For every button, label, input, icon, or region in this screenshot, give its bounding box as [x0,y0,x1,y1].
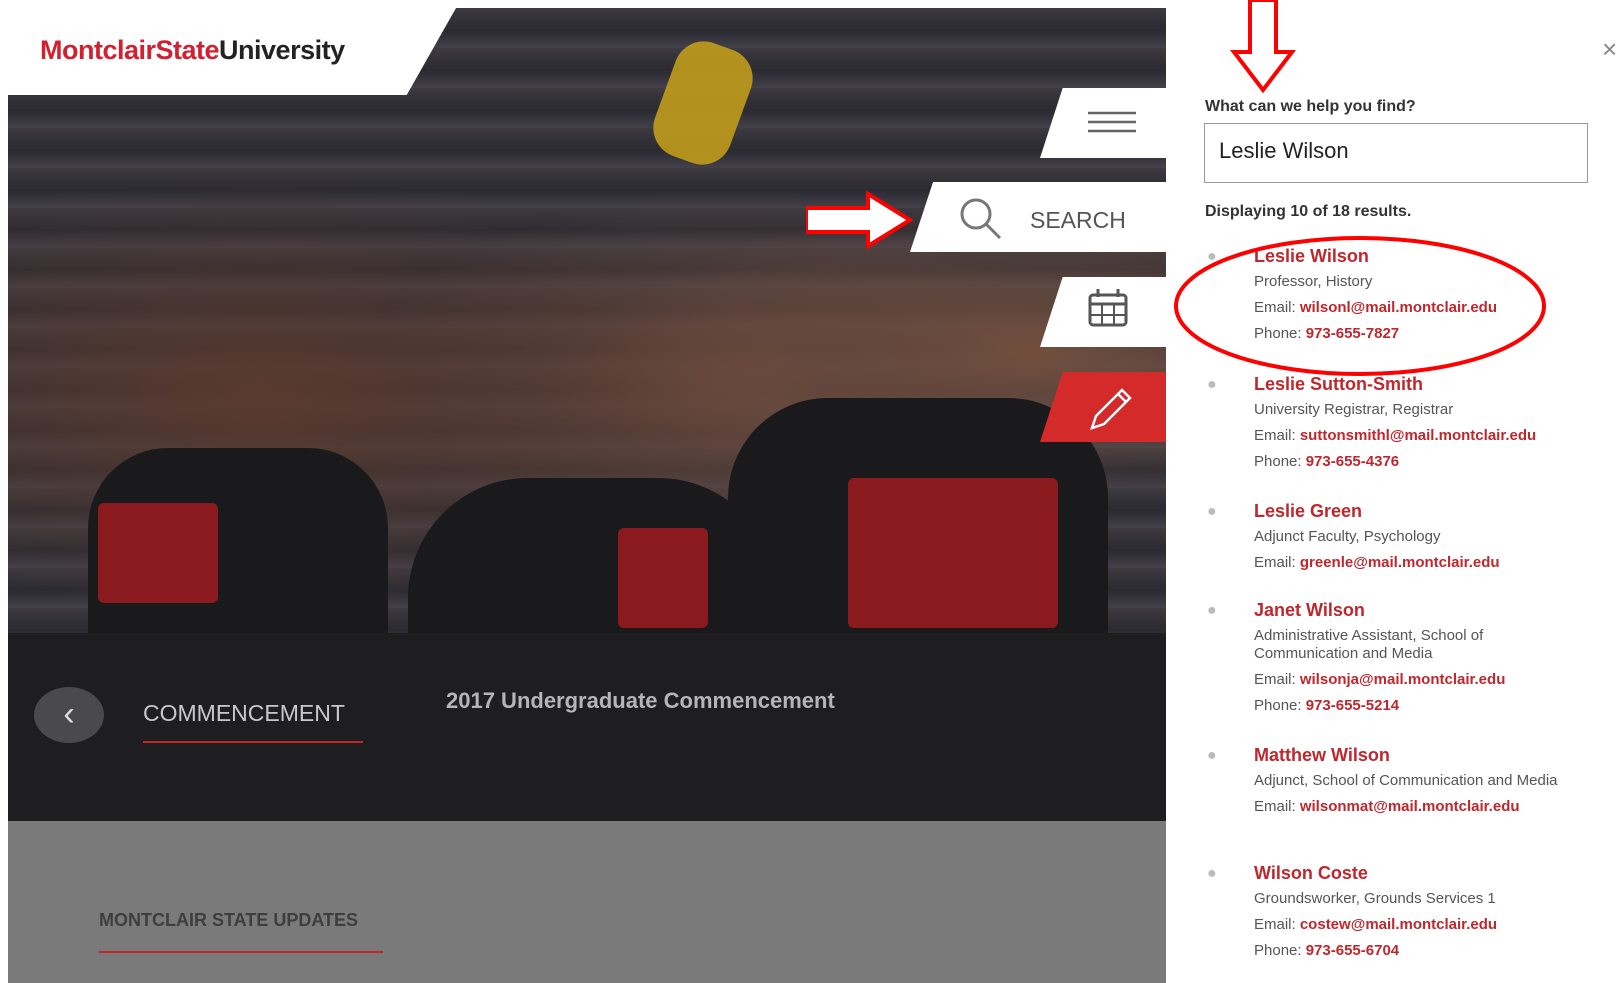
updates-heading: MONTCLAIR STATE UPDATES [99,910,358,930]
person-icon: ● [1207,602,1217,619]
result-item: ● Matthew Wilson Adjunct, School of Comm… [1207,743,1583,816]
result-title: University Registrar, Registrar [1254,401,1454,418]
chevron-left-icon: ‹ [63,695,75,733]
hero-caption-band [8,633,1166,821]
person-icon: ● [1207,865,1217,882]
result-item: ● Leslie Sutton-Smith University Registr… [1207,372,1583,471]
result-email-link[interactable]: suttonsmithl@mail.montclair.edu [1300,427,1536,444]
result-email-line: Email: greenle@mail.montclair.edu [1254,554,1500,571]
search-icon [960,198,1002,240]
result-email-line: Email: suttonsmithl@mail.montclair.edu [1254,427,1537,444]
result-phone-link[interactable]: 973-655-5214 [1306,697,1399,714]
slide-category[interactable]: COMMENCEMENT [143,700,345,727]
search-tab-label[interactable]: SEARCH [1030,207,1126,234]
result-email-link[interactable]: wilsonmat@mail.montclair.edu [1300,798,1520,815]
result-item: ● Wilson Coste Groundsworker, Grounds Se… [1207,861,1583,960]
close-icon[interactable]: × [1602,34,1617,65]
results-count: Displaying 10 of 18 results. [1205,203,1412,220]
updates-underline [99,951,383,953]
result-phone-link[interactable]: 973-655-6704 [1306,942,1399,959]
result-phone-line: Phone: 973-655-4376 [1254,453,1400,470]
hero-image [8,8,1166,633]
person-icon: ● [1207,503,1217,520]
updates-section [8,821,1166,983]
logo-container[interactable]: MontclairStateUniversity [8,8,456,95]
result-title: Groundsworker, Grounds Services 1 [1254,890,1496,907]
result-email-line: Email: costew@mail.montclair.edu [1254,916,1498,933]
search-input[interactable]: Leslie Wilson [1204,123,1588,183]
result-title: Adjunct, School of Communication and Med… [1254,772,1558,789]
annotation-arrow-right [806,190,914,250]
result-title: Adjunct Faculty, Psychology [1254,528,1441,545]
result-name[interactable]: Matthew Wilson [1254,743,1583,767]
result-name[interactable]: Janet Wilson [1254,598,1583,622]
site-logo[interactable]: MontclairStateUniversity [40,35,345,66]
annotation-circle [1174,236,1546,376]
previous-slide-button[interactable]: ‹ [34,687,104,743]
result-email-line: Email: wilsonja@mail.montclair.edu [1254,671,1506,688]
search-prompt: What can we help you find? [1205,98,1416,115]
result-title: Administrative Assistant, School of Comm… [1254,627,1484,662]
result-name[interactable]: Wilson Coste [1254,861,1583,885]
result-phone-link[interactable]: 973-655-4376 [1306,453,1399,470]
annotation-arrow-down [1229,0,1297,94]
result-email-link[interactable]: wilsonja@mail.montclair.edu [1300,671,1506,688]
result-email-link[interactable]: costew@mail.montclair.edu [1300,916,1497,933]
slide-title[interactable]: 2017 Undergraduate Commencement [446,688,835,714]
person-icon: ● [1207,747,1217,764]
category-underline [143,741,363,743]
result-email-link[interactable]: greenle@mail.montclair.edu [1300,554,1500,571]
result-item: ● Leslie Green Adjunct Faculty, Psycholo… [1207,499,1583,572]
result-name[interactable]: Leslie Green [1254,499,1583,523]
result-email-line: Email: wilsonmat@mail.montclair.edu [1254,798,1520,815]
result-item: ● Janet Wilson Administrative Assistant,… [1207,598,1583,715]
result-phone-line: Phone: 973-655-6704 [1254,942,1400,959]
result-phone-line: Phone: 973-655-5214 [1254,697,1400,714]
